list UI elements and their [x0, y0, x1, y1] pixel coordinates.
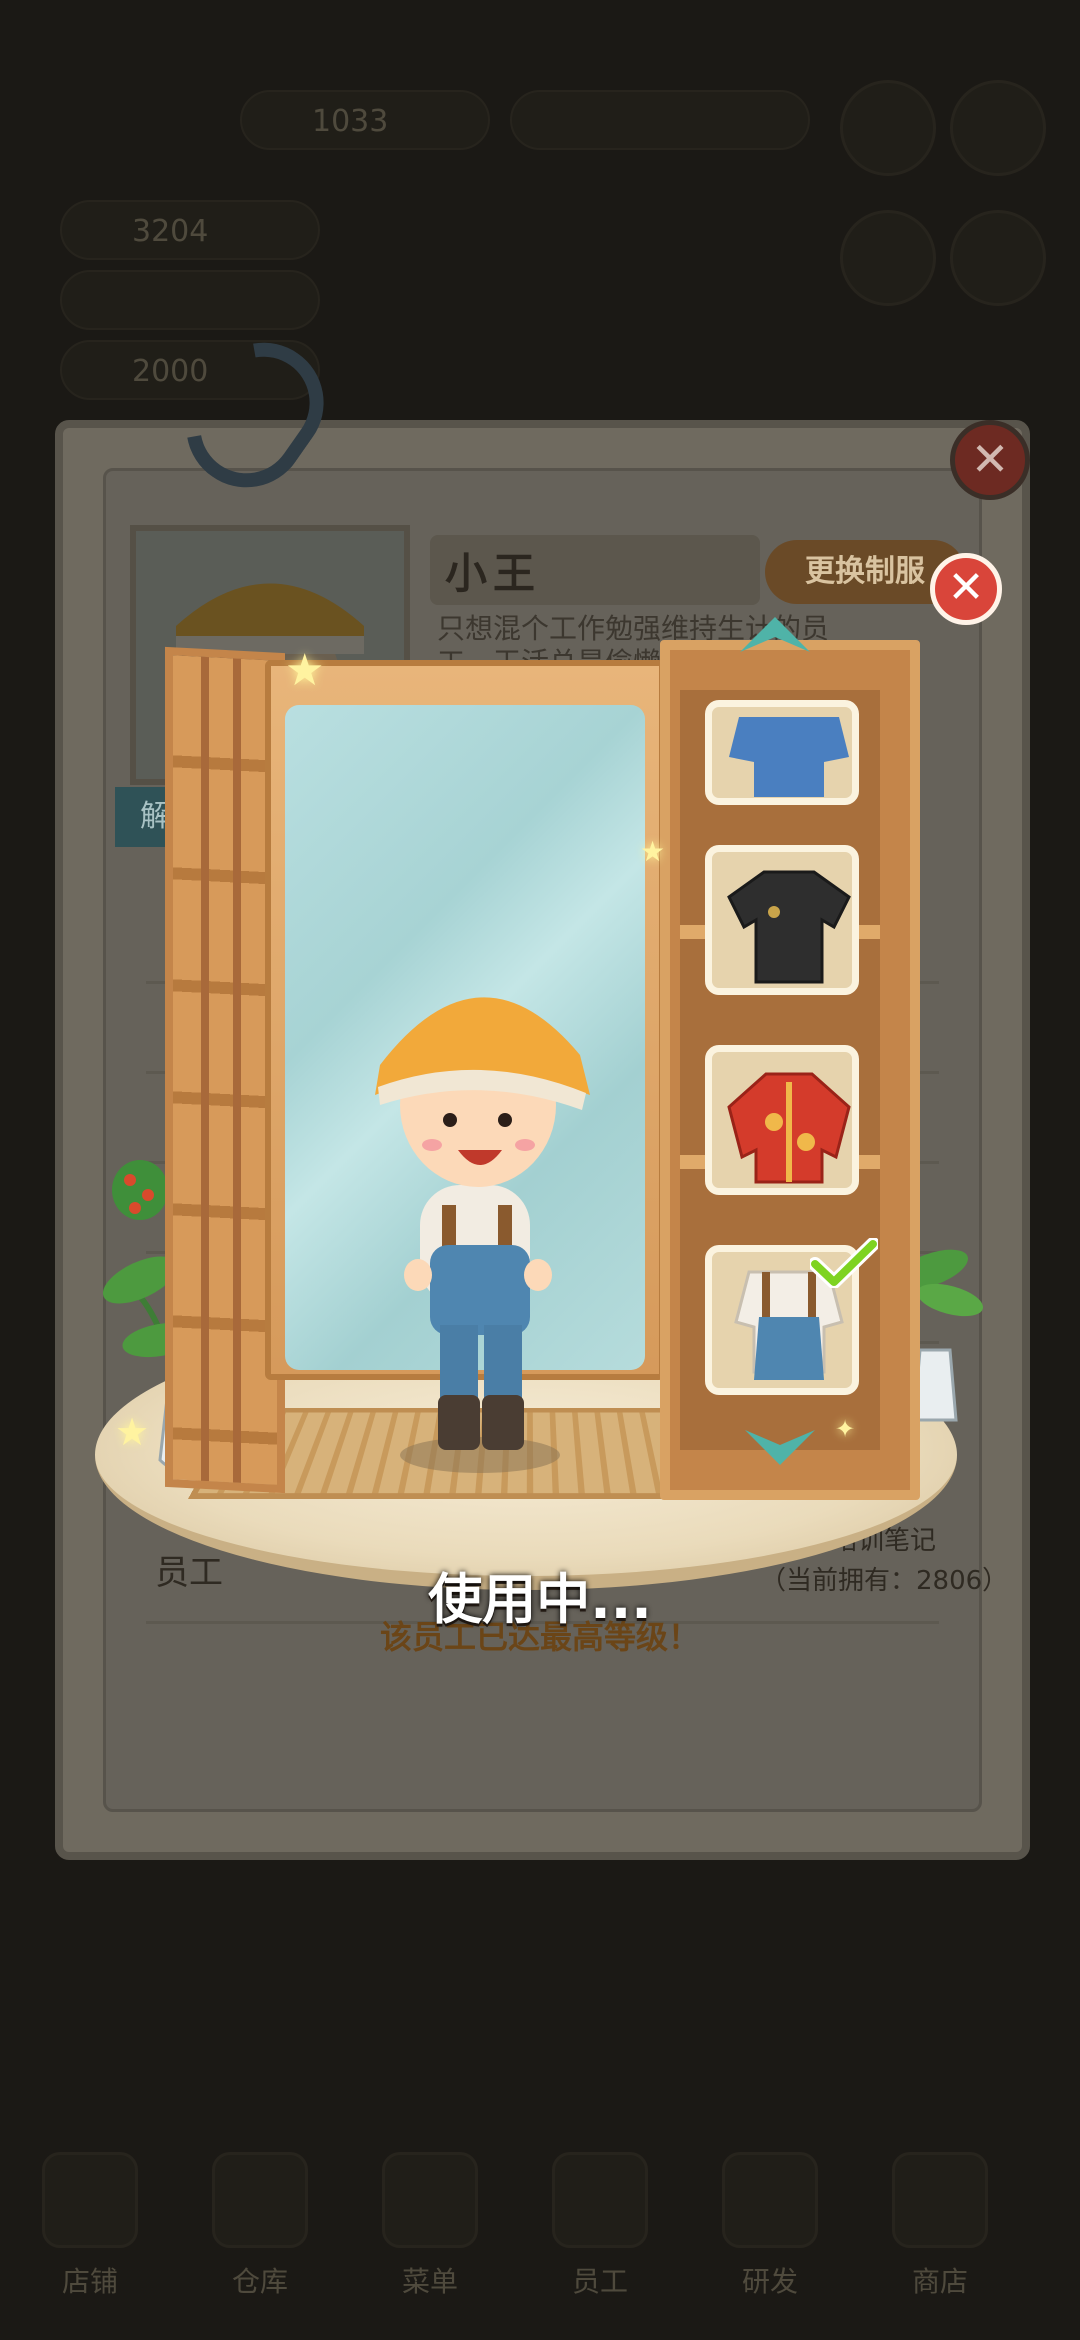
card-close-button[interactable]: ✕	[950, 420, 1030, 500]
sparkle-icon: ✦	[835, 1415, 856, 1443]
sparkle-icon: ★	[115, 1410, 150, 1454]
in-use-status: 使用中...	[428, 1568, 652, 1631]
menu-book-icon	[382, 2152, 478, 2248]
camera-icon	[950, 210, 1046, 306]
nav-item: 商店	[880, 2152, 1000, 2300]
selected-check-icon	[810, 1238, 878, 1288]
store-icon	[892, 2152, 988, 2248]
nav-label: 菜单	[401, 2265, 458, 2298]
shop-icon	[42, 2152, 138, 2248]
nav-item: 店铺	[30, 2152, 150, 2300]
scroll-down-icon[interactable]	[740, 1420, 820, 1470]
nav-label: 仓库	[231, 2265, 288, 2298]
nav-item: 菜单	[370, 2152, 490, 2300]
black-shirt-icon	[727, 870, 851, 984]
sparkle-icon: ★	[285, 645, 325, 696]
resource-counter: 1033	[240, 90, 490, 150]
eye-icon	[840, 210, 936, 306]
employee-character	[375, 997, 590, 1473]
resource-counter	[510, 90, 810, 150]
red-tang-jacket-icon	[727, 1072, 851, 1184]
blue-shirt-icon	[729, 717, 849, 797]
staff-icon	[552, 2152, 648, 2248]
outfit-slot-red-tang-jacket[interactable]	[705, 1045, 859, 1195]
stat-counter: 3204	[60, 200, 320, 260]
nav-label: 商店	[911, 2265, 968, 2298]
sparkle-icon: ★	[640, 835, 666, 868]
nav-item: 员工	[540, 2152, 660, 2300]
nav-item: 研发	[710, 2152, 830, 2300]
warehouse-icon	[212, 2152, 308, 2248]
nav-label: 研发	[741, 2265, 798, 2298]
research-icon	[722, 2152, 818, 2248]
menu-icon	[950, 80, 1046, 176]
game-screen: 1033 3204 2000 店铺 仓库 菜单 员工 研发 商店 解 小王 只想…	[0, 0, 1080, 2340]
wardrobe-close-button[interactable]: ✕	[930, 553, 1002, 625]
settings-icon	[840, 80, 936, 176]
nav-label: 员工	[571, 2265, 628, 2298]
employee-name: 小王	[445, 549, 542, 598]
stat-counter	[60, 270, 320, 330]
outfit-slot-blue-shirt[interactable]	[705, 700, 859, 805]
outfit-slot-black-shirt[interactable]	[705, 845, 859, 995]
nav-label: 店铺	[61, 2265, 118, 2298]
nav-item: 仓库	[200, 2152, 320, 2300]
scroll-up-icon[interactable]	[735, 612, 815, 662]
